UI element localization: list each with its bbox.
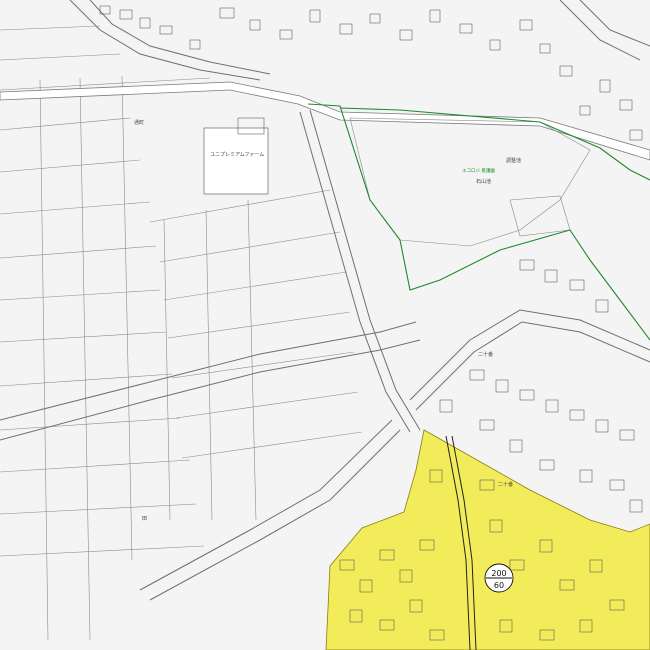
school-label: ユニプレミアムファーム xyxy=(210,152,264,158)
facility-sublabel: 石山池 xyxy=(476,178,491,185)
block-label-a: 二十番 xyxy=(478,351,493,358)
map-canvas[interactable]: ユニプレミアムファーム エコロジ 看護園 石山池 調整池 通町 二十番 二十番 … xyxy=(0,0,650,650)
school-building xyxy=(203,127,269,195)
facility-label: エコロジ 看護園 xyxy=(462,167,495,174)
area-label-north: 通町 xyxy=(134,119,144,126)
zoning-map[interactable]: ユニプレミアムファーム エコロジ 看護園 石山池 調整池 通町 二十番 二十番 … xyxy=(0,0,650,650)
floor-ratio-value: 60 xyxy=(494,581,504,590)
block-label-b: 二十番 xyxy=(498,481,513,488)
zoning-ratio-badge[interactable]: 200 60 xyxy=(484,563,514,593)
field-label: 田 xyxy=(142,516,147,522)
building-coverage-value: 200 xyxy=(491,569,506,578)
water-label: 調整池 xyxy=(506,157,521,164)
